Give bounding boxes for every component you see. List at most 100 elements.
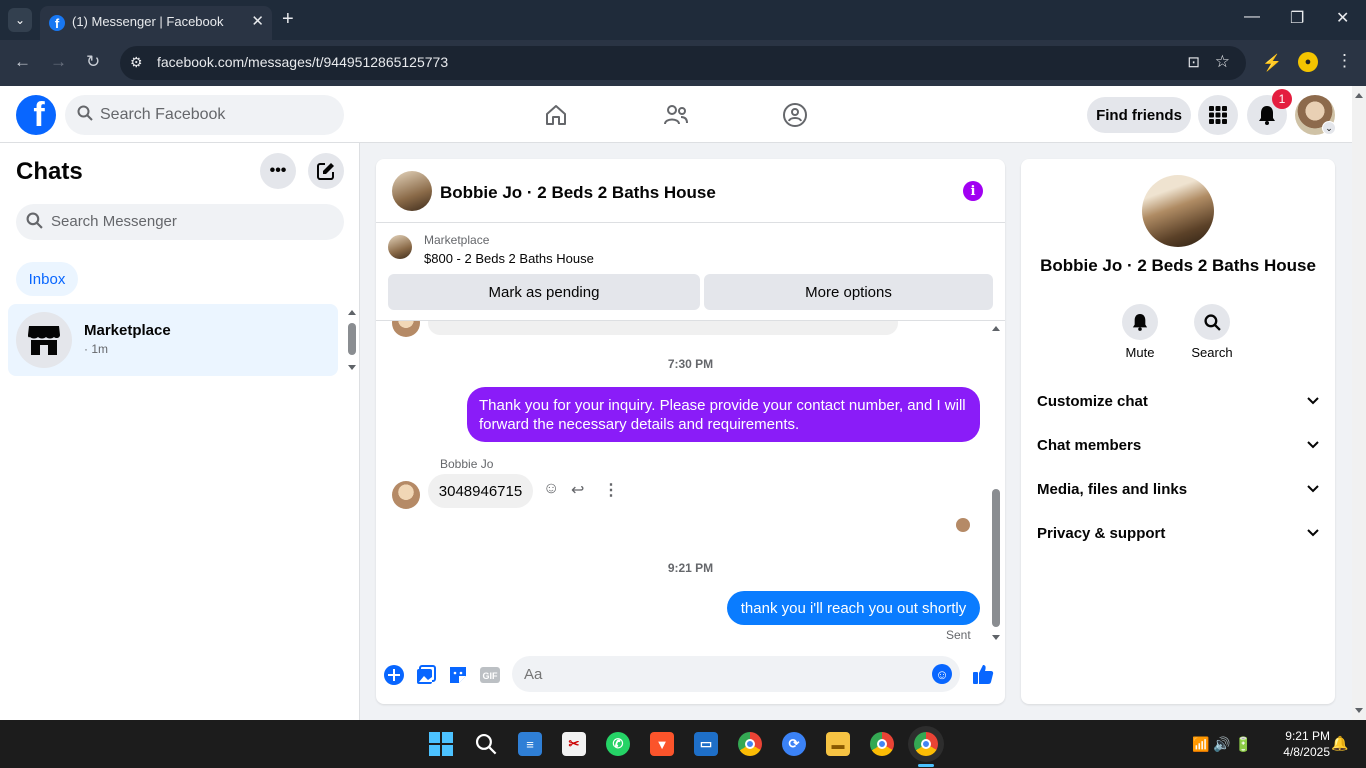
brave-browser-icon[interactable]: ▼: [650, 732, 674, 756]
section-label: Chat members: [1037, 436, 1142, 454]
listing-thumbnail[interactable]: [388, 235, 412, 259]
close-window-button[interactable]: ✕: [1336, 8, 1349, 28]
sticker-icon[interactable]: [447, 664, 469, 686]
site-settings-icon[interactable]: ⚙: [130, 54, 143, 71]
forward-arrow-icon[interactable]: →: [50, 52, 67, 72]
photo-icon[interactable]: [415, 664, 437, 686]
mute-action[interactable]: Mute: [1110, 304, 1170, 360]
url-text[interactable]: facebook.com/messages/t/9449512865125773: [157, 54, 448, 70]
outgoing-message: thank you i'll reach you out shortly: [727, 591, 980, 625]
menu-grid-icon[interactable]: [1198, 95, 1238, 135]
info-icon[interactable]: i: [963, 181, 983, 201]
conversation-profile-name[interactable]: Bobbie Jo · 2 Beds 2 Baths House: [1021, 256, 1335, 276]
gif-icon[interactable]: GIF: [479, 664, 501, 686]
inbox-filter-chip[interactable]: Inbox: [16, 262, 78, 296]
outgoing-message: Thank you for your inquiry. Please provi…: [467, 387, 980, 442]
restore-button[interactable]: ❐: [1290, 8, 1304, 28]
snipping-tool-icon[interactable]: ✂: [562, 732, 586, 756]
conversation-avatar[interactable]: [392, 171, 432, 211]
chrome-profile-icon[interactable]: [870, 732, 894, 756]
windows-start-icon[interactable]: [429, 732, 453, 756]
notification-bell-icon[interactable]: 🔔: [1331, 735, 1348, 752]
page-scrollbar[interactable]: [1352, 86, 1366, 720]
home-icon[interactable]: [543, 102, 569, 128]
more-options-icon[interactable]: •••: [260, 153, 296, 189]
taskbar-clock[interactable]: 9:21 PM 4/8/2025: [1266, 728, 1330, 760]
remote-desktop-icon[interactable]: ▭: [694, 732, 718, 756]
account-chevron-icon[interactable]: ⌄: [1322, 121, 1336, 135]
groups-icon[interactable]: [782, 102, 808, 128]
file-explorer-icon[interactable]: ▬: [826, 732, 850, 756]
messenger-search-field[interactable]: Search Messenger: [16, 204, 344, 240]
new-message-icon[interactable]: [308, 153, 344, 189]
more-options-button[interactable]: More options: [704, 274, 993, 310]
react-emoji-icon[interactable]: ☺: [543, 480, 559, 498]
facebook-search-field[interactable]: Search Facebook: [65, 95, 344, 135]
message-composer: GIF ☺: [376, 649, 1005, 704]
bookmark-star-icon[interactable]: ☆: [1215, 52, 1230, 72]
reload-icon[interactable]: ↻: [86, 52, 100, 72]
emoji-icon[interactable]: ☺: [932, 664, 952, 684]
chrome-menu-icon[interactable]: ⋮: [1336, 51, 1353, 71]
new-tab-button[interactable]: +: [282, 8, 294, 30]
conversation-panel: Bobbie Jo · 2 Beds 2 Baths House i Marke…: [376, 159, 1005, 704]
facebook-logo-icon[interactable]: f: [16, 95, 56, 135]
conversation-profile-photo[interactable]: [1142, 175, 1214, 247]
listing-title[interactable]: $800 - 2 Beds 2 Baths House: [424, 251, 594, 266]
search-action[interactable]: Search: [1182, 304, 1242, 360]
bell-icon[interactable]: [1122, 304, 1158, 340]
browser-tab[interactable]: f (1) Messenger | Facebook ✕: [40, 6, 272, 40]
notepad-icon[interactable]: ≡: [518, 732, 542, 756]
search-label: Search: [1191, 345, 1233, 360]
find-friends-button[interactable]: Find friends: [1087, 97, 1191, 133]
tab-search-button[interactable]: ⌄: [8, 8, 32, 32]
thumbs-up-icon[interactable]: [972, 663, 994, 685]
install-app-icon[interactable]: ⊡: [1187, 53, 1200, 71]
clock-time: 9:21 PM: [1285, 729, 1330, 743]
sync-app-icon[interactable]: ⟳: [782, 732, 806, 756]
back-arrow-icon[interactable]: ←: [14, 52, 31, 72]
chats-sidebar: Chats ••• Search Messenger Inbox Marketp…: [0, 143, 360, 720]
thread-scrollbar[interactable]: [990, 321, 1002, 649]
message-thread: about ? 7:30 PM Thank you for your inqui…: [376, 321, 1005, 649]
active-app-indicator: [918, 764, 934, 767]
search-icon: [77, 105, 93, 121]
minimize-button[interactable]: —: [1244, 8, 1260, 26]
chrome-icon[interactable]: [738, 732, 762, 756]
reply-icon[interactable]: ↩: [571, 480, 584, 500]
friends-icon[interactable]: [663, 102, 689, 128]
address-bar[interactable]: ⚙ facebook.com/messages/t/94495128651257…: [120, 46, 1246, 80]
clock-date: 4/8/2025: [1283, 745, 1330, 759]
sender-name: Bobbie Jo: [440, 457, 494, 471]
close-tab-icon[interactable]: ✕: [251, 12, 264, 30]
section-label: Media, files and links: [1037, 480, 1188, 498]
whatsapp-icon[interactable]: ✆: [606, 732, 630, 756]
chrome-active-icon[interactable]: [914, 732, 938, 756]
system-tray[interactable]: 📶 🔊 🔋: [1192, 736, 1252, 753]
privacy-support-section[interactable]: Privacy & support: [1037, 513, 1319, 553]
battery-icon[interactable]: 🔋: [1235, 736, 1252, 752]
chats-scrollbar[interactable]: [345, 307, 359, 373]
chat-list-item[interactable]: Marketplace · 1m: [8, 304, 338, 376]
mute-label: Mute: [1125, 345, 1155, 360]
sender-avatar: [392, 321, 420, 337]
extension-icon[interactable]: ⚡: [1262, 53, 1282, 73]
wifi-icon[interactable]: 📶: [1192, 736, 1209, 752]
volume-icon[interactable]: 🔊: [1213, 736, 1230, 752]
search-icon[interactable]: [1194, 304, 1230, 340]
section-label: Customize chat: [1037, 392, 1148, 410]
media-files-links-section[interactable]: Media, files and links: [1037, 469, 1319, 509]
tab-title: (1) Messenger | Facebook: [72, 14, 224, 29]
search-icon[interactable]: [474, 732, 498, 756]
conversation-title[interactable]: Bobbie Jo · 2 Beds 2 Baths House: [440, 183, 716, 203]
message-text-field[interactable]: [512, 656, 922, 692]
messenger-search-placeholder: Search Messenger: [51, 213, 177, 230]
add-attachment-icon[interactable]: [383, 664, 405, 686]
browser-tab-bar: ⌄ f (1) Messenger | Facebook ✕ + — ❐ ✕: [0, 0, 1366, 40]
message-more-icon[interactable]: ⋮: [603, 480, 619, 500]
profile-extension-icon[interactable]: ●: [1298, 52, 1318, 72]
message-input[interactable]: ☺: [512, 656, 960, 692]
customize-chat-section[interactable]: Customize chat: [1037, 381, 1319, 421]
mark-as-pending-button[interactable]: Mark as pending: [388, 274, 700, 310]
chat-members-section[interactable]: Chat members: [1037, 425, 1319, 465]
